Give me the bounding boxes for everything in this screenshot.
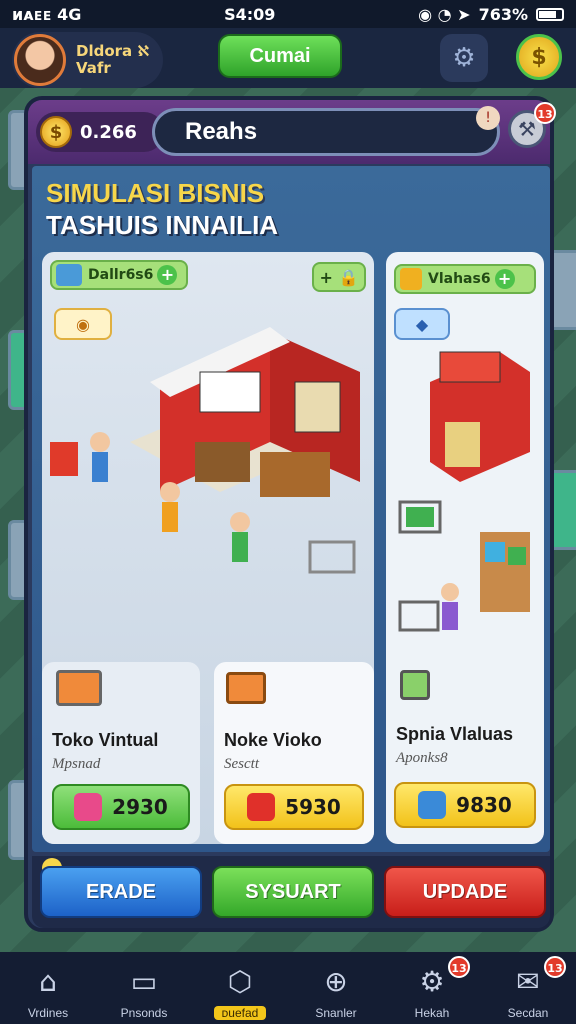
- nav-item-home[interactable]: ⌂ Vrdines: [0, 952, 96, 1024]
- item-card-1[interactable]: Toko Vintual Mpsnad 2930: [42, 662, 200, 844]
- profile-chip[interactable]: Dldora ℵ Vafr: [12, 32, 164, 88]
- item-card-2[interactable]: Noke Vioko Sesctt 5930: [214, 662, 374, 844]
- profile-name: Dldora ℵ Vafr: [76, 43, 149, 77]
- blocks-icon: [74, 793, 103, 821]
- content-area: SIMULASI BISNIS TASHUIS INNAILIA Dallr6s…: [32, 166, 550, 852]
- page-title: SIMULASI BISNIS: [46, 178, 265, 208]
- status-bar: ᴎᴀᴇᴇ 4G S4:09 ◉ ◔ ➤ 763%: [0, 0, 576, 28]
- coin-icon: $: [40, 116, 72, 148]
- basket-icon: [226, 672, 266, 704]
- item-name: Noke Vioko: [224, 730, 322, 750]
- start-button[interactable]: SYSUART: [212, 866, 374, 918]
- coin-counter[interactable]: $ 0.266: [36, 112, 164, 152]
- price-value: 5930: [285, 795, 341, 819]
- nav-label: Pnsonds: [120, 1006, 168, 1020]
- search-bar[interactable]: Reahs: [152, 108, 500, 156]
- hexagon-icon: ⬡: [227, 965, 253, 998]
- page-subtitle: TASHUIS INNAILIA: [46, 210, 279, 240]
- crate-icon: [400, 268, 422, 290]
- blocks-icon: [418, 791, 447, 819]
- store-illustration: [50, 327, 360, 574]
- nav-item-compass[interactable]: ⊕ Snanler: [288, 952, 384, 1024]
- item-subtitle: Mpsnad: [52, 756, 101, 772]
- buy-button[interactable]: 9830: [394, 782, 536, 828]
- main-action-button[interactable]: Cumai: [218, 34, 342, 78]
- cart-icon: [56, 670, 102, 706]
- main-panel: $ 0.266 Reahs ! ⚒ 13 SIMULASI BISNIS TAS…: [24, 96, 556, 932]
- item-name: Toko Vintual: [52, 730, 159, 750]
- carrier-label: ᴎᴀᴇᴇ 4G: [12, 4, 82, 24]
- buy-button[interactable]: 5930: [224, 784, 364, 830]
- bag-icon: [247, 793, 276, 821]
- box-icon: [56, 264, 82, 286]
- nav-label: Snanler: [315, 1006, 357, 1020]
- nav-label: ᴅuefad: [213, 1006, 267, 1020]
- buy-button[interactable]: 2930: [52, 784, 190, 830]
- notification-badge: 13: [534, 102, 556, 124]
- avatar[interactable]: [14, 34, 66, 86]
- search-alert-icon[interactable]: !: [476, 106, 500, 130]
- panel-header: $ 0.266 Reahs ! ⚒ 13: [28, 100, 556, 164]
- shop-card-side[interactable]: Vlahas6 + ◆ Spnia Vlaluas Aponks8 9830: [386, 252, 544, 844]
- action-bar: ERADE SYSUART UPDADE: [32, 856, 550, 928]
- update-button[interactable]: UPDADE: [384, 866, 546, 918]
- gem-icon[interactable]: ◆: [394, 308, 450, 340]
- plus-icon[interactable]: +: [494, 269, 515, 289]
- nav-item-device[interactable]: ▭ Pnsonds: [96, 952, 192, 1024]
- price-value: 2930: [112, 795, 168, 819]
- battery-percent: 763%: [478, 4, 528, 24]
- notification-badge: 13: [448, 956, 470, 978]
- notification-badge: 13: [544, 956, 566, 978]
- gold-coin-icon[interactable]: $: [516, 34, 562, 80]
- card-tag-label: Vlahas6: [428, 271, 491, 287]
- item-subtitle: Aponks8: [396, 750, 448, 766]
- nav-label: Secdan: [507, 1006, 549, 1020]
- compass-icon: ⊕: [324, 965, 348, 998]
- coin-value: 0.266: [80, 121, 137, 143]
- device-icon: ▭: [130, 965, 158, 998]
- signal-icon: ◉ ◔ ➤: [418, 4, 471, 24]
- plus-icon[interactable]: +: [157, 265, 178, 285]
- item-subtitle: Sesctt: [224, 756, 259, 772]
- profile-name-line2: Vafr: [76, 59, 111, 77]
- card-tag[interactable]: Dallr6s6 +: [50, 260, 188, 290]
- nav-item-hexagon[interactable]: ⬡ ᴅuefad: [192, 952, 288, 1024]
- item-name: Spnia Vlaluas: [396, 724, 514, 744]
- bottom-nav: ⌂ Vrdines ▭ Pnsonds ⬡ ᴅuefad ⊕ Snanler ⚙…: [0, 952, 576, 1024]
- home-icon: ⌂: [39, 965, 57, 998]
- add-lock-icon[interactable]: + 🔒: [312, 262, 366, 292]
- nav-label: Vrdines: [27, 1006, 69, 1020]
- nav-label: Hekah: [414, 1006, 450, 1020]
- settings-gear-icon[interactable]: ⚙: [440, 34, 488, 82]
- clock: S4:09: [224, 4, 276, 24]
- price-value: 9830: [456, 793, 512, 817]
- nav-item-mail[interactable]: ✉ Secdan 13: [480, 952, 576, 1024]
- cart-icon: [400, 670, 430, 700]
- battery-icon: [536, 7, 564, 21]
- nav-item-settings[interactable]: ⚙ Hekah 13: [384, 952, 480, 1024]
- card-tag-label: Dallr6s6: [88, 267, 154, 283]
- top-bar: Dldora ℵ Vafr Cumai ⚙ $: [0, 28, 576, 88]
- card-tag[interactable]: Vlahas6 +: [394, 264, 536, 294]
- trade-button[interactable]: ERADE: [40, 866, 202, 918]
- mail-icon: ✉: [516, 965, 540, 998]
- gear-icon: ⚙: [419, 965, 445, 998]
- profile-name-line1: Dldora ℵ: [76, 42, 150, 60]
